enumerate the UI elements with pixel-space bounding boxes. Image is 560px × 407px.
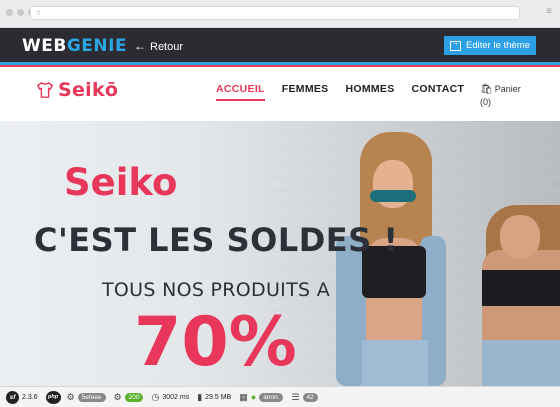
page-info-icon: ○ [36, 8, 41, 17]
nav-item-hommes[interactable]: HOMMES [345, 83, 394, 101]
webgenie-logo-web: WEB [22, 36, 67, 56]
webgenie-bar: WEBGENIE ← Retour Editer le thème [0, 28, 560, 65]
request-time: 3002 ms [162, 393, 190, 401]
php-icon: php [45, 390, 61, 404]
symfony-version-item[interactable]: sf 2.3.6 [6, 390, 38, 404]
user-dot-icon: ● [250, 392, 257, 402]
model-right-shorts [482, 340, 560, 386]
security-user: anon. [259, 392, 284, 402]
memory-usage: 29.5 MB [205, 393, 232, 401]
nav-item-femmes[interactable]: FEMMES [282, 83, 329, 101]
clock-icon: ◷ [151, 391, 160, 402]
model-left-shorts [362, 340, 428, 386]
model-right-top [482, 270, 560, 306]
address-bar[interactable]: ○ [30, 6, 520, 20]
hero-headline: C'EST LES SOLDES ! [34, 221, 399, 259]
security-item[interactable]: ▦ ● anon. [239, 391, 284, 403]
close-window-dot[interactable] [6, 9, 13, 16]
arrow-left-icon: ← [134, 39, 146, 53]
hero-banner: Seiko C'EST LES SOLDES ! TOUS NOS PRODUI… [0, 121, 560, 386]
sunglasses-image [370, 190, 416, 202]
site-header: Seikō ACCUEIL FEMMES HOMMES CONTACT 🛍 Pan… [0, 67, 560, 121]
firewall-icon: ▦ [239, 391, 248, 402]
shopping-bag-icon: 🛍 [480, 84, 493, 95]
database-icon: ☰ [291, 391, 300, 402]
hero-subline: TOUS NOS PRODUITS A [102, 279, 330, 301]
request-item[interactable]: ⚙ 5efeee [67, 392, 106, 403]
minimize-window-dot[interactable] [17, 9, 24, 16]
config-gear-icon: ⚙ [113, 391, 122, 402]
site-brand[interactable]: Seikō [36, 79, 118, 101]
edit-theme-icon [450, 38, 461, 51]
cart-label: Panier [494, 84, 521, 94]
hero-percent: 70% [134, 303, 297, 382]
webgenie-logo: WEBGENIE [22, 36, 127, 56]
back-link[interactable]: ← Retour [134, 39, 183, 53]
db-item[interactable]: ☰ 42 [291, 391, 318, 403]
back-link-label: Retour [150, 41, 184, 53]
request-token: 5efeee [77, 392, 106, 402]
browser-menu-icon[interactable]: ≡ [546, 6, 552, 18]
status-item[interactable]: ⚙ 200 [114, 392, 144, 403]
webgenie-logo-genie: GENIE [66, 36, 128, 56]
edit-theme-label: Editer le thème [466, 40, 530, 51]
memory-icon: ▮ [197, 391, 203, 402]
debug-toolbar: sf 2.3.6 php ⚙ 5efeee ⚙ 200 ◷ 3002 ms ▮ … [0, 386, 560, 407]
nav-item-accueil[interactable]: ACCUEIL [216, 83, 265, 101]
memory-item[interactable]: ▮ 29.5 MB [197, 392, 231, 403]
symfony-icon: sf [6, 390, 19, 404]
browser-chrome: ○ ≡ [0, 0, 560, 28]
model-right-face [500, 215, 540, 259]
db-query-count: 42 [302, 392, 318, 402]
request-icon: ⚙ [66, 391, 75, 402]
edit-theme-button[interactable]: Editer le thème [444, 36, 536, 55]
status-code: 200 [124, 392, 144, 402]
tshirt-icon [37, 82, 53, 98]
php-item[interactable]: php [45, 390, 61, 404]
main-nav: ACCUEIL FEMMES HOMMES CONTACT [216, 83, 464, 101]
brand-name: Seikō [58, 79, 119, 101]
hero-title: Seiko [64, 161, 178, 204]
nav-item-contact[interactable]: CONTACT [412, 83, 465, 101]
cart-link[interactable]: 🛍 Panier (0) [480, 83, 521, 109]
cart-count: (0) [480, 97, 491, 107]
timer-item[interactable]: ◷ 3002 ms [151, 392, 189, 403]
symfony-version: 2.3.6 [22, 393, 38, 401]
